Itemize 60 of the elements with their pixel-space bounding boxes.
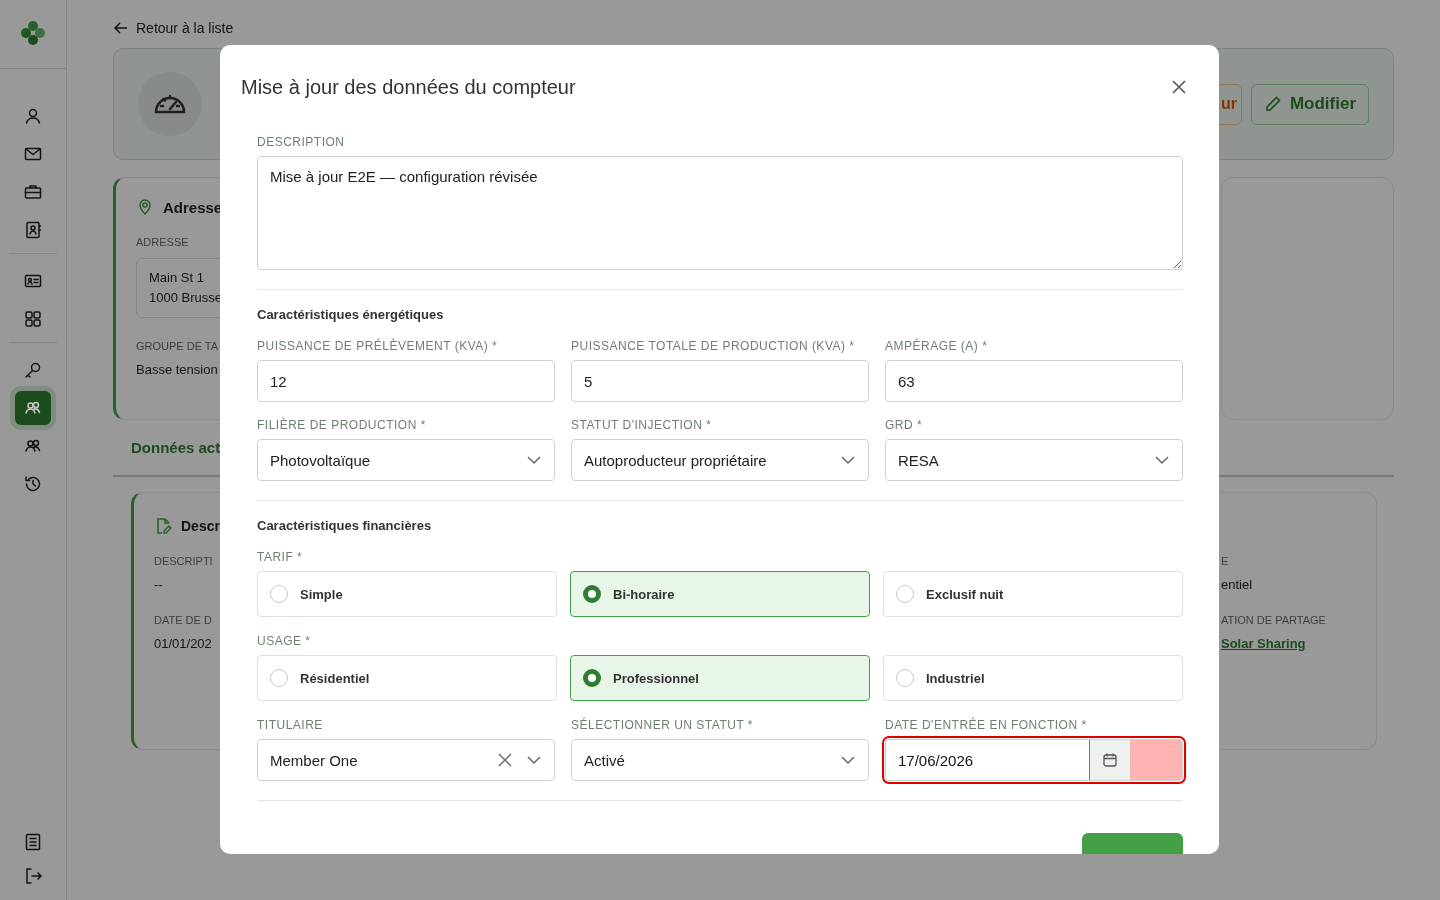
field-value: Basse tension — [136, 362, 218, 377]
field-label: DATE DE D — [154, 614, 212, 626]
radio-option[interactable]: Industriel — [883, 655, 1183, 701]
field-value: -- — [154, 577, 163, 592]
field-label: GRD * — [885, 418, 924, 432]
card-title: Adresse — [163, 198, 223, 216]
location-pin-icon — [136, 198, 154, 216]
radio-option[interactable]: Résidentiel — [257, 655, 557, 701]
modal-title: Mise à jour des données du compteur — [241, 75, 576, 99]
field-label: USAGE * — [257, 634, 312, 648]
back-link[interactable]: Retour à la liste — [113, 20, 1394, 36]
description-field[interactable]: Mise à jour E2E — configuration révisée — [257, 156, 1183, 270]
document-icon[interactable] — [23, 832, 43, 852]
date-field[interactable]: 17/06/2026 — [885, 739, 1183, 781]
section-title: Caractéristiques financières — [257, 518, 433, 533]
field-label: AMPÉRAGE (A) * — [885, 339, 989, 353]
field-label: ADRESSE — [136, 236, 189, 248]
field-value: entiel — [1221, 577, 1253, 592]
field-label: FILIÈRE DE PRODUCTION * — [257, 418, 427, 432]
logout-icon[interactable] — [23, 866, 43, 886]
briefcase-icon — [23, 182, 43, 202]
radio-option[interactable]: Bi-horaire — [570, 571, 870, 617]
history-icon — [23, 474, 43, 494]
input-field[interactable]: 5 — [571, 360, 869, 402]
select-field[interactable]: Photovoltaïque — [257, 439, 555, 481]
grid-icon — [23, 309, 43, 329]
logo-icon — [19, 19, 47, 47]
key-icon — [23, 360, 43, 380]
field-label: PUISSANCE TOTALE DE PRODUCTION (KVA) * — [571, 339, 856, 353]
input-field[interactable]: 63 — [885, 360, 1183, 402]
radio-option[interactable]: Exclusif nuit — [883, 571, 1183, 617]
field-label: PUISSANCE DE PRÉLÈVEMENT (KVA) * — [257, 339, 499, 353]
field-label: DESCRIPTI — [154, 555, 213, 567]
radio-option[interactable]: Simple — [257, 571, 557, 617]
edit-document-icon — [154, 517, 172, 535]
field-label: E — [1221, 555, 1229, 567]
input-field[interactable]: 12 — [257, 360, 555, 402]
pencil-icon — [1263, 95, 1282, 113]
field-label: GROUPE DE TA — [136, 340, 219, 352]
card-title: Descr — [181, 518, 220, 534]
select-field[interactable]: Autoproducteur propriétaire — [571, 439, 869, 481]
select-field[interactable]: Member One — [257, 739, 555, 781]
field-label: ATION DE PARTAGE — [1221, 614, 1326, 626]
field-label: DATE D'ENTRÉE EN FONCTION * — [885, 718, 1088, 732]
radio-option[interactable]: Professionnel — [570, 655, 870, 701]
calendar-icon[interactable] — [1090, 740, 1130, 780]
select-field[interactable]: Activé — [571, 739, 869, 781]
field-label: STATUT D'INJECTION * — [571, 418, 713, 432]
field-label: TARIF * — [257, 550, 304, 564]
person-icon — [23, 106, 43, 126]
arrow-left-icon — [113, 20, 129, 36]
field-label: DESCRIPTION — [257, 135, 346, 149]
field-label: SÉLECTIONNER UN STATUT * — [571, 718, 755, 732]
field-label: TITULAIRE — [257, 718, 324, 732]
contact-book-icon — [23, 220, 43, 240]
clear-icon[interactable] — [498, 753, 512, 767]
tab[interactable]: Données act — [113, 429, 239, 466]
select-field[interactable]: RESA — [885, 439, 1183, 481]
field-value: 01/01/202 — [154, 636, 212, 651]
sharing-link[interactable]: Solar Sharing — [1221, 636, 1306, 651]
